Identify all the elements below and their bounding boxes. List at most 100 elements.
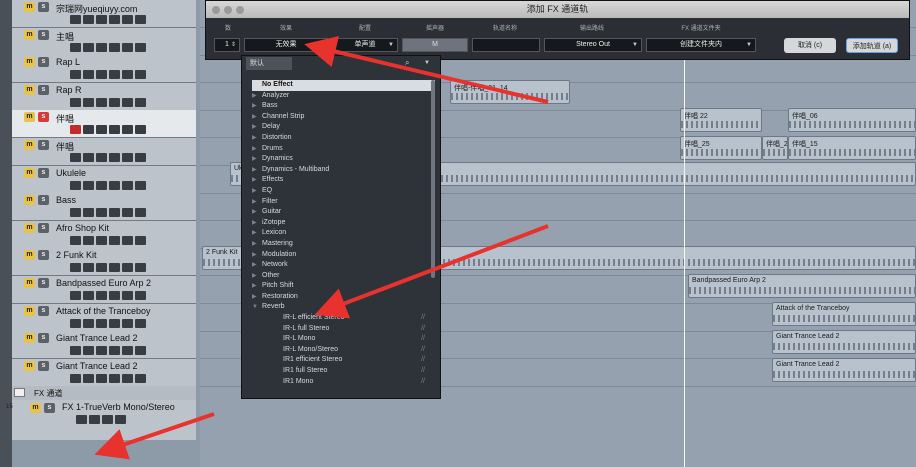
zoom-window-button[interactable]	[236, 6, 244, 14]
monitor-button[interactable]	[83, 70, 94, 80]
lanes-button[interactable]	[135, 235, 146, 245]
read-button[interactable]	[109, 263, 120, 273]
track-controls[interactable]	[70, 346, 148, 356]
effect-category-item[interactable]: ▶ Pitch Shift	[252, 281, 435, 292]
record-button[interactable]	[70, 70, 81, 80]
solo-button[interactable]: s	[38, 140, 49, 150]
monitor-button[interactable]	[83, 153, 94, 162]
track-row[interactable]: m s Afro Shop Kit	[12, 220, 196, 249]
lanes-button[interactable]	[135, 15, 146, 24]
solo-button[interactable]: s	[38, 360, 49, 371]
track-row[interactable]: m s Ukulele	[12, 165, 196, 194]
track-controls[interactable]	[70, 235, 148, 245]
fx-folder-header[interactable]: FX 通道	[12, 386, 196, 400]
read-button[interactable]	[109, 373, 120, 383]
mute-button[interactable]: m	[30, 403, 41, 413]
track-controls[interactable]	[70, 291, 148, 300]
triangle-right-icon[interactable]: ▶	[252, 144, 262, 155]
effect-plugin-item[interactable]: IR1 efficient Stereo//	[252, 355, 435, 366]
effect-category-item[interactable]: ▼ Reverb	[252, 302, 435, 313]
read-button[interactable]	[109, 42, 120, 52]
write-button[interactable]	[122, 291, 133, 300]
read-button[interactable]	[109, 125, 120, 135]
write-button[interactable]	[122, 42, 133, 52]
track-controls[interactable]	[70, 263, 148, 273]
triangle-right-icon[interactable]: ▶	[252, 175, 262, 186]
effect-category-item[interactable]: ▶ Modulation	[252, 250, 435, 261]
edit-button[interactable]	[96, 263, 107, 273]
track-row[interactable]: m s Bass	[12, 193, 196, 222]
write-button[interactable]	[122, 70, 133, 80]
lanes-button[interactable]	[135, 318, 146, 328]
config-select[interactable]: 单声道 ▼	[332, 38, 398, 52]
record-button[interactable]	[70, 373, 81, 383]
lanes-button[interactable]	[135, 42, 146, 52]
audio-clip[interactable]: 伴唱_2	[762, 136, 788, 160]
triangle-right-icon[interactable]: ▶	[252, 271, 262, 282]
effect-category-item[interactable]: ▶ Restoration	[252, 292, 435, 303]
solo-button[interactable]: s	[38, 333, 49, 344]
solo-button[interactable]: s	[38, 112, 49, 123]
track-controls[interactable]	[70, 373, 148, 383]
record-button[interactable]	[70, 15, 81, 24]
edit-button[interactable]	[96, 208, 107, 218]
track-controls[interactable]	[70, 125, 148, 135]
track-row[interactable]: m s Giant Trance Lead 2	[12, 331, 196, 360]
lanes-button[interactable]	[135, 208, 146, 218]
track-row[interactable]: m s 主唱	[12, 27, 196, 56]
mute-button[interactable]: m	[24, 112, 35, 123]
lanes-button[interactable]	[135, 180, 146, 190]
lanes-button[interactable]	[135, 125, 146, 135]
effect-plugin-item[interactable]: IR-L efficient Stereo//	[252, 313, 435, 324]
effect-category-item[interactable]: ▶ Channel Strip	[252, 112, 435, 123]
audio-clip[interactable]: 伴唱_06	[788, 108, 916, 132]
midi-clip[interactable]: Giant Trance Lead 2	[772, 330, 916, 354]
fx-track[interactable]: 15 m s FX 1-TrueVerb Mono/Stereo	[6, 400, 196, 440]
chevron-down-icon[interactable]: ▼	[424, 60, 430, 66]
track-controls[interactable]	[70, 318, 148, 328]
track-name-input[interactable]	[472, 38, 540, 52]
effect-plugin-item[interactable]: IR1 full Stereo//	[252, 366, 435, 377]
monitor-button[interactable]	[83, 125, 94, 135]
solo-button[interactable]: s	[38, 2, 49, 12]
read-button[interactable]	[109, 180, 120, 190]
edit-button[interactable]	[96, 180, 107, 190]
folder-select[interactable]: 创建文件夹内 ▼	[646, 38, 756, 52]
effect-select[interactable]: 无效果 ▼	[244, 38, 328, 52]
effect-category-item[interactable]: ▶ iZotope	[252, 218, 435, 229]
edit-button[interactable]	[96, 318, 107, 328]
monitor-button[interactable]	[83, 42, 94, 52]
track-row[interactable]: m s Bandpassed Euro Arp 2	[12, 276, 196, 304]
audio-clip[interactable]: 伴唱_15	[788, 136, 916, 160]
record-button[interactable]	[70, 291, 81, 300]
monitor-button[interactable]	[83, 235, 94, 245]
track-controls[interactable]	[70, 70, 148, 80]
read-button[interactable]	[109, 291, 120, 300]
mute-button[interactable]: m	[24, 140, 35, 150]
mute-button[interactable]: m	[24, 57, 35, 68]
monitor-button[interactable]	[83, 15, 94, 24]
mute-button[interactable]: m	[24, 278, 35, 288]
track-controls[interactable]	[70, 180, 148, 190]
stepper-arrows-icon[interactable]: ⇕	[231, 39, 236, 51]
effect-list[interactable]: No Effect ▶ Analyzer ▶ Bass ▶ Channel Strip ▶ De…	[252, 80, 435, 394]
mute-button[interactable]: m	[24, 250, 35, 261]
effect-plugin-item[interactable]: IR-L full Stereo//	[252, 324, 435, 335]
triangle-right-icon[interactable]: ▶	[252, 101, 262, 112]
read-button[interactable]	[109, 97, 120, 107]
edit-button[interactable]	[96, 125, 107, 135]
record-button[interactable]	[70, 97, 81, 107]
mute-button[interactable]: m	[24, 2, 35, 12]
edit-button[interactable]	[96, 97, 107, 107]
track-row[interactable]: m s 伴唱	[12, 138, 196, 166]
track-row[interactable]: m s 伴唱	[12, 110, 196, 139]
count-stepper[interactable]: 1 ⇕	[214, 38, 240, 52]
solo-button[interactable]: s	[38, 84, 49, 95]
midi-clip[interactable]: Bandpassed Euro Arp 2	[688, 274, 916, 298]
track-row[interactable]: ms 2 Funk Kit	[12, 248, 196, 277]
triangle-right-icon[interactable]: ▶	[252, 228, 262, 239]
effect-category-item[interactable]: ▶ Network	[252, 260, 435, 271]
solo-button[interactable]: s	[38, 250, 49, 261]
monitor-button[interactable]	[83, 318, 94, 328]
record-button[interactable]	[70, 318, 81, 328]
